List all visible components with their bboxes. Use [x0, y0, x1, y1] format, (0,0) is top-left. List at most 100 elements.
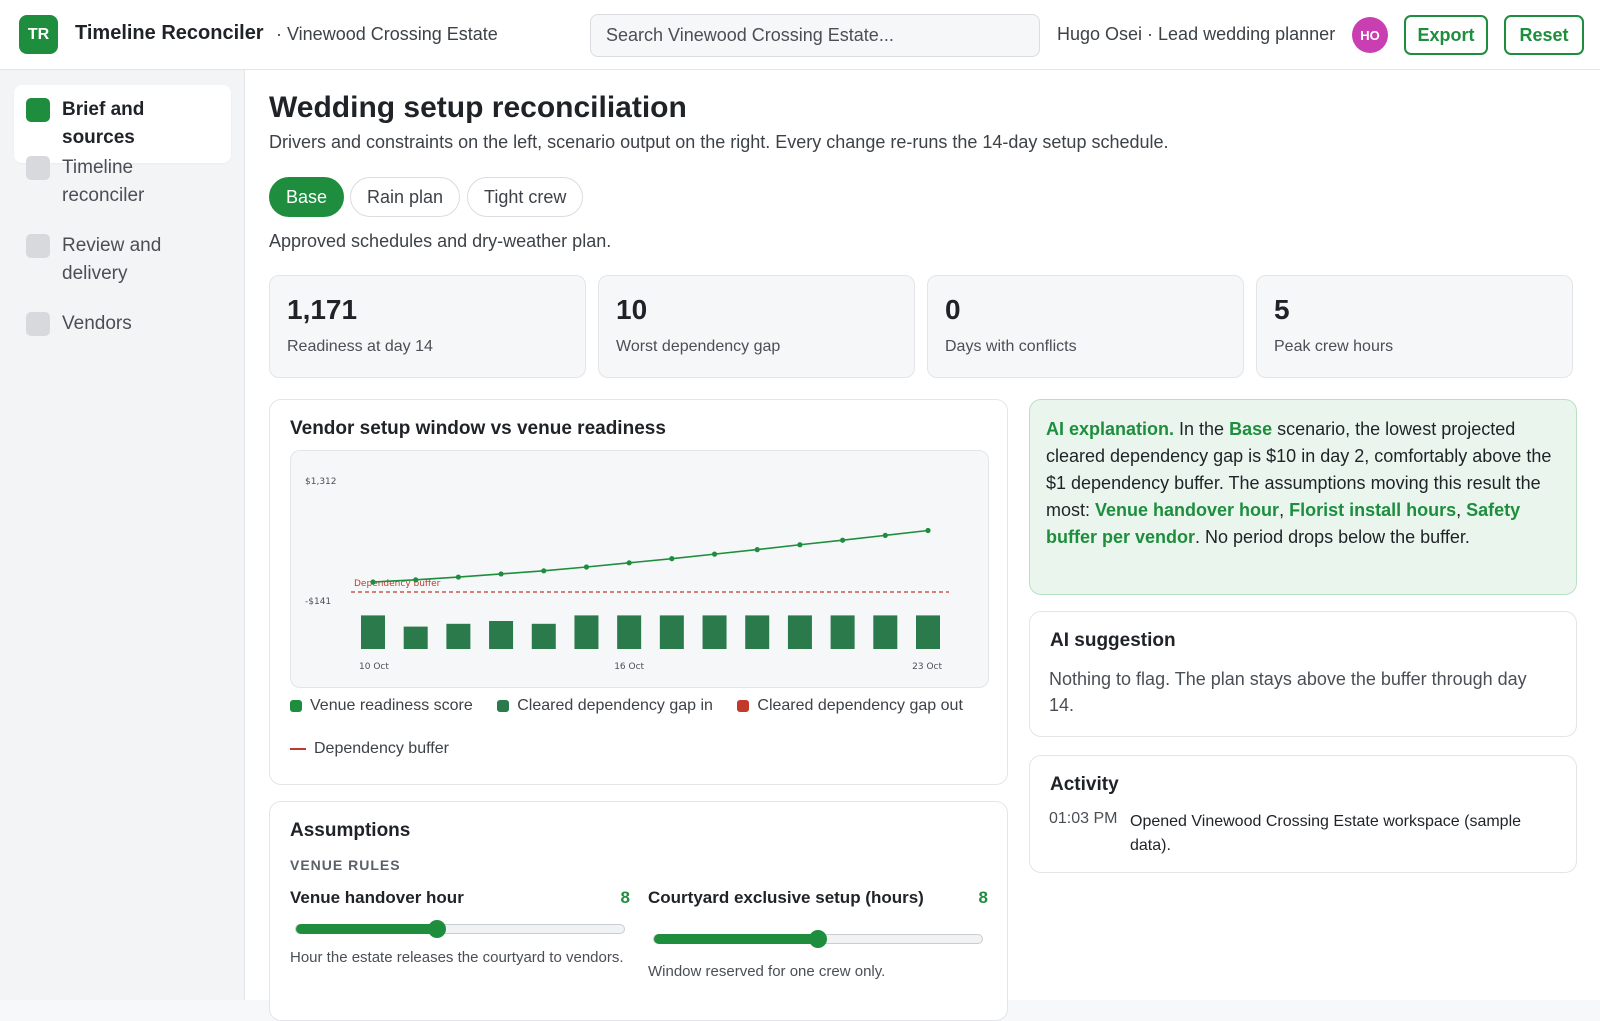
- avatar[interactable]: HO: [1352, 17, 1388, 53]
- sidebar-item-label: Vendors: [62, 313, 132, 334]
- slider-thumb[interactable]: [428, 920, 447, 938]
- ai-text: ,: [1279, 500, 1290, 520]
- slider-label: Courtyard exclusive setup (hours): [648, 888, 924, 907]
- x-tick-label: 16 Oct: [614, 662, 644, 672]
- bar-gap-in: [617, 615, 642, 649]
- slider-track[interactable]: [653, 930, 983, 948]
- x-tick-label: 10 Oct: [359, 662, 389, 672]
- chart-legend: Venue readiness score Cleared dependency…: [290, 694, 990, 781]
- bar-gap-in: [446, 623, 471, 649]
- legend-item-gap-out[interactable]: Cleared dependency gap out: [737, 694, 963, 717]
- bar-gap-in: [830, 615, 855, 649]
- slider-header: Courtyard exclusive setup (hours) 8: [648, 888, 988, 908]
- scenario-description: Approved schedules and dry-weather plan.: [269, 231, 612, 251]
- kpi-card: 0 Days with conflicts: [927, 275, 1244, 378]
- slider-track[interactable]: [295, 920, 625, 938]
- slider-courtyard-exclusive-setup: Courtyard exclusive setup (hours) 8 Wind…: [648, 888, 988, 982]
- bar-gap-in: [916, 615, 940, 649]
- kpi-value: 1,171: [287, 294, 358, 325]
- bar-gap-in: [574, 615, 599, 649]
- legend-label: Cleared dependency gap in: [517, 696, 713, 714]
- slider-header: Venue handover hour 8: [290, 888, 630, 908]
- readiness-point: [711, 551, 718, 557]
- slider-value: 8: [978, 888, 988, 907]
- bar-gap-in: [531, 623, 556, 649]
- kpi-card: 5 Peak crew hours: [1256, 275, 1573, 378]
- sidebar-item-vendors[interactable]: Vendors: [14, 299, 231, 349]
- readiness-point: [413, 577, 419, 583]
- readiness-point: [583, 564, 590, 570]
- ai-assumption-link[interactable]: Florist install hours: [1289, 500, 1456, 520]
- scenario-tab-rain-plan[interactable]: Rain plan: [350, 177, 461, 217]
- legend-item-buffer[interactable]: Dependency buffer: [290, 738, 449, 761]
- reset-button[interactable]: Reset: [1504, 15, 1584, 55]
- bar-gap-in: [745, 615, 770, 649]
- export-button[interactable]: Export: [1404, 15, 1488, 55]
- readiness-point: [498, 571, 504, 577]
- bar-gap-in: [403, 626, 428, 649]
- sidebar-item-timeline-reconciler[interactable]: Timeline reconciler: [14, 143, 214, 221]
- readiness-point: [541, 568, 547, 574]
- slider-help: Hour the estate releases the courtyard t…: [290, 949, 624, 966]
- legend-line: [290, 748, 306, 750]
- page-subtitle: Drivers and constraints on the left, sce…: [269, 132, 1169, 152]
- scenario-tab-base[interactable]: Base: [269, 177, 345, 217]
- ai-suggestion-card: AI suggestion Nothing to flag. The plan …: [1029, 611, 1577, 737]
- slider-help: Window reserved for one crew only.: [648, 963, 886, 980]
- page-title: Wedding setup reconciliation: [269, 91, 687, 124]
- bar-gap-in: [873, 615, 898, 649]
- kpi-value: 5: [1274, 294, 1290, 325]
- ai-text: . No period drops below the buffer.: [1195, 527, 1470, 547]
- y-tick-label: -$141: [305, 597, 331, 607]
- kpi-card: 10 Worst dependency gap: [598, 275, 915, 378]
- readiness-point: [882, 532, 888, 538]
- activity-card: Activity 01:03 PM Opened Vinewood Crossi…: [1029, 755, 1577, 873]
- kpi-value: 10: [616, 294, 648, 325]
- sidebar: Brief and sources Timeline reconciler Re…: [0, 70, 245, 1000]
- kpi-label: Days with conflicts: [945, 338, 1077, 355]
- x-tick-label: 23 Oct: [912, 662, 942, 672]
- legend-item-readiness[interactable]: Venue readiness score: [290, 694, 473, 717]
- nav-square-icon: [26, 156, 50, 180]
- activity-text: Opened Vinewood Crossing Estate workspac…: [1130, 813, 1522, 854]
- bar-gap-in: [787, 615, 812, 649]
- readiness-point: [754, 547, 760, 553]
- legend-label: Cleared dependency gap out: [757, 696, 963, 714]
- ai-explanation-lead: AI explanation.: [1046, 419, 1175, 439]
- slider-thumb[interactable]: [809, 930, 827, 948]
- slider-venue-handover-hour: Venue handover hour 8 Hour the estate re…: [290, 888, 630, 968]
- activity-time: 01:03 PM: [1049, 810, 1118, 827]
- sidebar-item-label: Review and delivery: [62, 235, 162, 284]
- slider-fill: [296, 924, 438, 934]
- kpi-label: Peak crew hours: [1274, 338, 1394, 355]
- nav-square-icon: [26, 312, 50, 336]
- ai-text: In the: [1174, 419, 1230, 439]
- ai-suggestion-text: Nothing to flag. The plan stays above th…: [1049, 669, 1527, 715]
- user-name: Hugo Osei · Lead wedding planner: [1057, 24, 1336, 44]
- chart-title: Vendor setup window vs venue readiness: [290, 418, 666, 439]
- ai-text: ,: [1456, 500, 1467, 520]
- ai-assumption-link[interactable]: Venue handover hour: [1095, 500, 1279, 520]
- legend-item-gap-in[interactable]: Cleared dependency gap in: [497, 694, 713, 717]
- assumptions-title: Assumptions: [290, 820, 411, 841]
- sidebar-item-label: Timeline reconciler: [62, 157, 145, 206]
- ai-explanation-card: AI explanation. In the Base scenario, th…: [1029, 399, 1577, 595]
- sidebar-item-review-and-delivery[interactable]: Review and delivery: [14, 221, 214, 299]
- bar-gap-in: [489, 621, 514, 649]
- readiness-point: [370, 579, 376, 585]
- workspace-name: · Vinewood Crossing Estate: [276, 24, 498, 44]
- kpi-label: Worst dependency gap: [616, 338, 781, 355]
- kpi-label: Readiness at day 14: [287, 338, 433, 355]
- bar-gap-in: [659, 615, 684, 649]
- scenario-tab-tight-crew[interactable]: Tight crew: [467, 177, 584, 217]
- y-tick-label: $1,312: [305, 477, 337, 487]
- assumptions-card: Assumptions VENUE RULES Venue handover h…: [269, 801, 1008, 1021]
- chart-plot-area: $1,312 -$141 Dependency buffer 10 Oct 16 Oct…: [290, 450, 989, 688]
- legend-swatch: [290, 699, 302, 712]
- activity-title: Activity: [1050, 774, 1119, 795]
- app-logo: TR: [19, 15, 58, 54]
- readiness-line: [372, 529, 929, 583]
- chart-svg: $1,312-$141Dependency buffer10 Oct 16 Oct…: [305, 477, 949, 672]
- search-input[interactable]: [590, 14, 1040, 57]
- top-bar: TR Timeline Reconciler · Vinewood Crossi…: [0, 0, 1600, 70]
